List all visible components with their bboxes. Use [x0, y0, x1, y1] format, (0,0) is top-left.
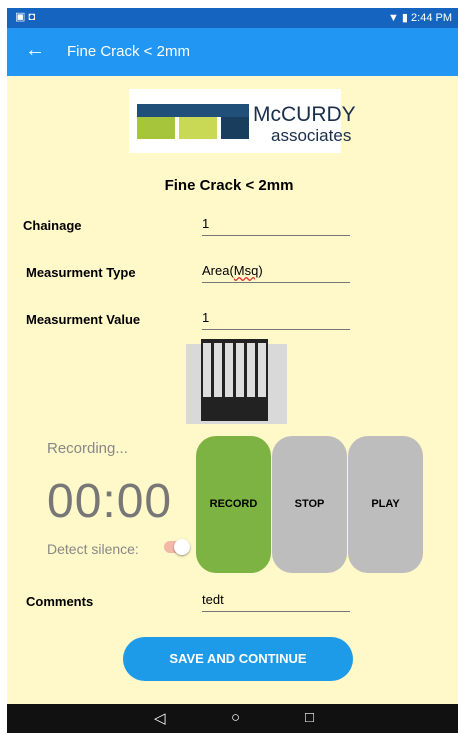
save-and-continue-button[interactable]: SAVE AND CONTINUE [123, 637, 353, 681]
comments-input[interactable]: tedt [202, 592, 350, 612]
app-bar-title: Fine Crack < 2mm [67, 43, 190, 60]
logo-name: McCURDY [253, 103, 356, 126]
measurement-type-input[interactable]: Area(Msq) [202, 263, 350, 283]
recording-timer: 00:00 [47, 475, 173, 528]
measurement-value-input[interactable]: 1 [202, 310, 350, 330]
detect-silence-toggle[interactable] [164, 539, 190, 555]
record-button[interactable]: RECORD [196, 436, 271, 573]
measurement-type-label: Measurment Type [26, 265, 136, 280]
nav-home-icon[interactable]: ○ [231, 709, 240, 726]
status-bar: ▣ ◘ ▼ ▮ 2:44 PM [7, 8, 458, 28]
notification-icons: ▣ ◘ [15, 11, 36, 23]
measurement-value-label: Measurment Value [26, 312, 141, 327]
back-arrow-icon[interactable]: ← [25, 39, 45, 62]
status-right: ▼ ▮ 2:44 PM [388, 11, 452, 24]
company-logo: McCURDY associates [129, 89, 356, 153]
chainage-input[interactable]: 1 [202, 216, 350, 236]
play-button[interactable]: PLAY [348, 436, 423, 573]
recording-status: Recording... [47, 440, 128, 457]
signal-battery-icons: ▼ ▮ [387, 12, 408, 24]
photo-thumbnail[interactable] [186, 339, 287, 424]
form-content: McCURDY associates Fine Crack < 2mm Chai… [7, 76, 458, 704]
chainage-label: Chainage [23, 218, 82, 233]
android-nav-bar: ◁ ○ □ [7, 704, 458, 733]
app-bar: ← Fine Crack < 2mm [7, 28, 458, 76]
nav-back-icon[interactable]: ◁ [154, 709, 166, 727]
form-heading: Fine Crack < 2mm [164, 177, 294, 194]
nav-recents-icon[interactable]: □ [305, 709, 314, 726]
detect-silence-label: Detect silence: [47, 541, 139, 557]
comments-label: Comments [26, 594, 94, 609]
clock: 2:44 PM [411, 12, 452, 24]
logo-subtitle: associates [271, 126, 352, 145]
stop-button[interactable]: STOP [272, 436, 347, 573]
